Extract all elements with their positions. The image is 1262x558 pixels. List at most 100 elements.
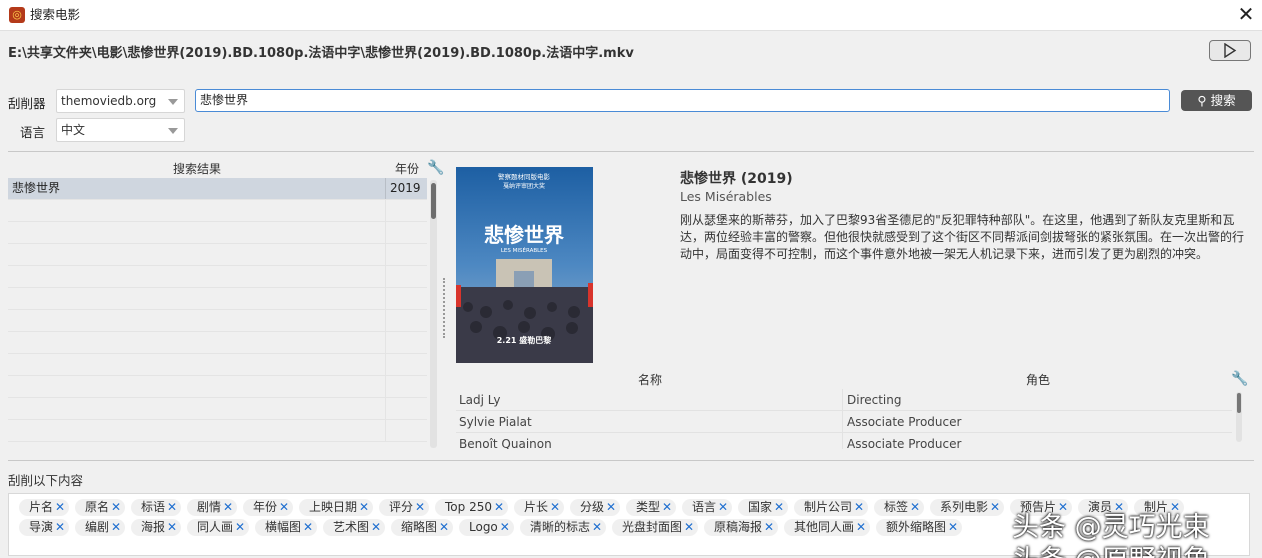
tag-label: 清晰的标志 [530,520,591,534]
table-row [8,244,427,266]
remove-tag-icon[interactable]: ✕ [606,500,616,514]
tag-chip[interactable]: 光盘封面图 ✕ [612,519,699,536]
remove-tag-icon[interactable]: ✕ [55,500,65,514]
tag-chip[interactable]: 编剧 ✕ [75,519,126,536]
remove-tag-icon[interactable]: ✕ [439,520,449,534]
tag-chip[interactable]: 导演 ✕ [19,519,70,536]
tag-chip[interactable]: 语言 ✕ [682,499,733,516]
tag-chip[interactable]: 制片公司 ✕ [794,499,869,516]
tag-chip[interactable]: 清晰的标志 ✕ [520,519,607,536]
remove-tag-icon[interactable]: ✕ [500,520,510,534]
tag-chip[interactable]: 同人画 ✕ [187,519,250,536]
remove-tag-icon[interactable]: ✕ [550,500,560,514]
tag-label: 其他同人画 [794,520,855,534]
remove-tag-icon[interactable]: ✕ [371,520,381,534]
tag-chip[interactable]: 额外缩略图 ✕ [876,519,963,536]
remove-tag-icon[interactable]: ✕ [303,520,313,534]
remove-tag-icon[interactable]: ✕ [279,500,289,514]
language-select[interactable]: 中文 [56,118,185,142]
poster-date: 2.21 盛勒巴黎 [497,335,552,345]
remove-tag-icon[interactable]: ✕ [910,500,920,514]
remove-tag-icon[interactable]: ✕ [235,520,245,534]
remove-tag-icon[interactable]: ✕ [854,500,864,514]
poster-title: 悲惨世界 [484,223,564,247]
tag-chip[interactable]: 原稿海报 ✕ [704,519,779,536]
divider [8,151,1254,152]
table-row[interactable]: Benoît Quainon Associate Producer [456,433,1232,449]
tag-chip[interactable]: 艺术图 ✕ [323,519,386,536]
results-scrollbar[interactable] [430,180,437,448]
remove-tag-icon[interactable]: ✕ [359,500,369,514]
remove-tag-icon[interactable]: ✕ [55,520,65,534]
scraper-select-value: themoviedb.org [61,94,157,108]
crew-table[interactable]: 名称 角色 Ladj Ly Directing Sylvie Pialat As… [456,371,1232,449]
tag-chip[interactable]: 横幅图 ✕ [255,519,318,536]
remove-tag-icon[interactable]: ✕ [764,520,774,534]
tag-chip[interactable]: 剧情 ✕ [187,499,238,516]
divider [8,460,1254,461]
remove-tag-icon[interactable]: ✕ [774,500,784,514]
table-row[interactable]: Sylvie Pialat Associate Producer [456,411,1232,433]
tag-chip[interactable]: 海报 ✕ [131,519,182,536]
tag-chip[interactable]: Logo ✕ [459,519,514,536]
tag-label: 片长 [524,500,549,514]
tag-chip[interactable]: 分级 ✕ [570,499,621,516]
table-row[interactable]: 悲惨世界 2019 [8,178,427,200]
tag-label: 额外缩略图 [886,520,947,534]
search-input[interactable]: 悲惨世界 [195,89,1170,112]
tag-chip[interactable]: 缩略图 ✕ [391,519,454,536]
results-table[interactable]: 搜索结果 年份 悲惨世界 2019 [8,160,427,452]
tag-chip[interactable]: 标语 ✕ [131,499,182,516]
splitter-handle[interactable] [443,278,446,338]
remove-tag-icon[interactable]: ✕ [494,500,504,514]
tag-chip[interactable]: 原名 ✕ [75,499,126,516]
tag-chip[interactable]: 评分 ✕ [379,499,430,516]
table-row [8,420,427,442]
remove-tag-icon[interactable]: ✕ [684,520,694,534]
crew-role: Associate Producer [847,437,962,449]
search-button-label: 搜索 [1210,93,1236,108]
table-row[interactable]: Ladj Ly Directing [456,389,1232,411]
play-button[interactable] [1209,40,1251,61]
wrench-icon[interactable]: 🔧 [1231,371,1248,387]
tag-label: 光盘封面图 [622,520,683,534]
remove-tag-icon[interactable]: ✕ [990,500,1000,514]
tag-chip[interactable]: 标签 ✕ [874,499,925,516]
close-button[interactable]: ✕ [1234,3,1258,27]
tag-chip[interactable]: 系列电影 ✕ [930,499,1005,516]
tag-chip[interactable]: 类型 ✕ [626,499,677,516]
remove-tag-icon[interactable]: ✕ [718,500,728,514]
remove-tag-icon[interactable]: ✕ [111,500,121,514]
language-select-value: 中文 [61,123,86,137]
remove-tag-icon[interactable]: ✕ [167,520,177,534]
tag-chip[interactable]: Top 250 ✕ [435,499,509,516]
remove-tag-icon[interactable]: ✕ [948,520,958,534]
remove-tag-icon[interactable]: ✕ [223,500,233,514]
table-row [8,310,427,332]
poster-subtitle: LES MISÉRABLES [501,246,548,254]
remove-tag-icon[interactable]: ✕ [662,500,672,514]
tag-chip[interactable]: 上映日期 ✕ [299,499,374,516]
remove-tag-icon[interactable]: ✕ [856,520,866,534]
scraper-select[interactable]: themoviedb.org [56,89,185,113]
remove-tag-icon[interactable]: ✕ [111,520,121,534]
remove-tag-icon[interactable]: ✕ [415,500,425,514]
tag-chip[interactable]: 年份 ✕ [243,499,294,516]
table-row [8,222,427,244]
search-button[interactable]: ⚲ 搜索 [1181,90,1252,111]
crew-scrollbar-thumb[interactable] [1237,393,1241,413]
remove-tag-icon[interactable]: ✕ [592,520,602,534]
table-row [8,398,427,420]
tag-chip[interactable]: 国家 ✕ [738,499,789,516]
tag-label: 语言 [692,500,717,514]
poster-art: 警察题材同版电影 戛纳评审团大奖 悲惨世界 LES MISÉRABLES 2.2… [456,167,593,363]
wrench-icon[interactable]: 🔧 [427,160,444,176]
search-icon: ⚲ [1197,93,1207,108]
tag-chip[interactable]: 其他同人画 ✕ [784,519,871,536]
tag-label: 上映日期 [309,500,358,514]
tag-chip[interactable]: 片名 ✕ [19,499,70,516]
remove-tag-icon[interactable]: ✕ [167,500,177,514]
results-scrollbar-thumb[interactable] [431,183,436,219]
tag-chip[interactable]: 片长 ✕ [514,499,565,516]
tag-label: 原名 [85,500,110,514]
